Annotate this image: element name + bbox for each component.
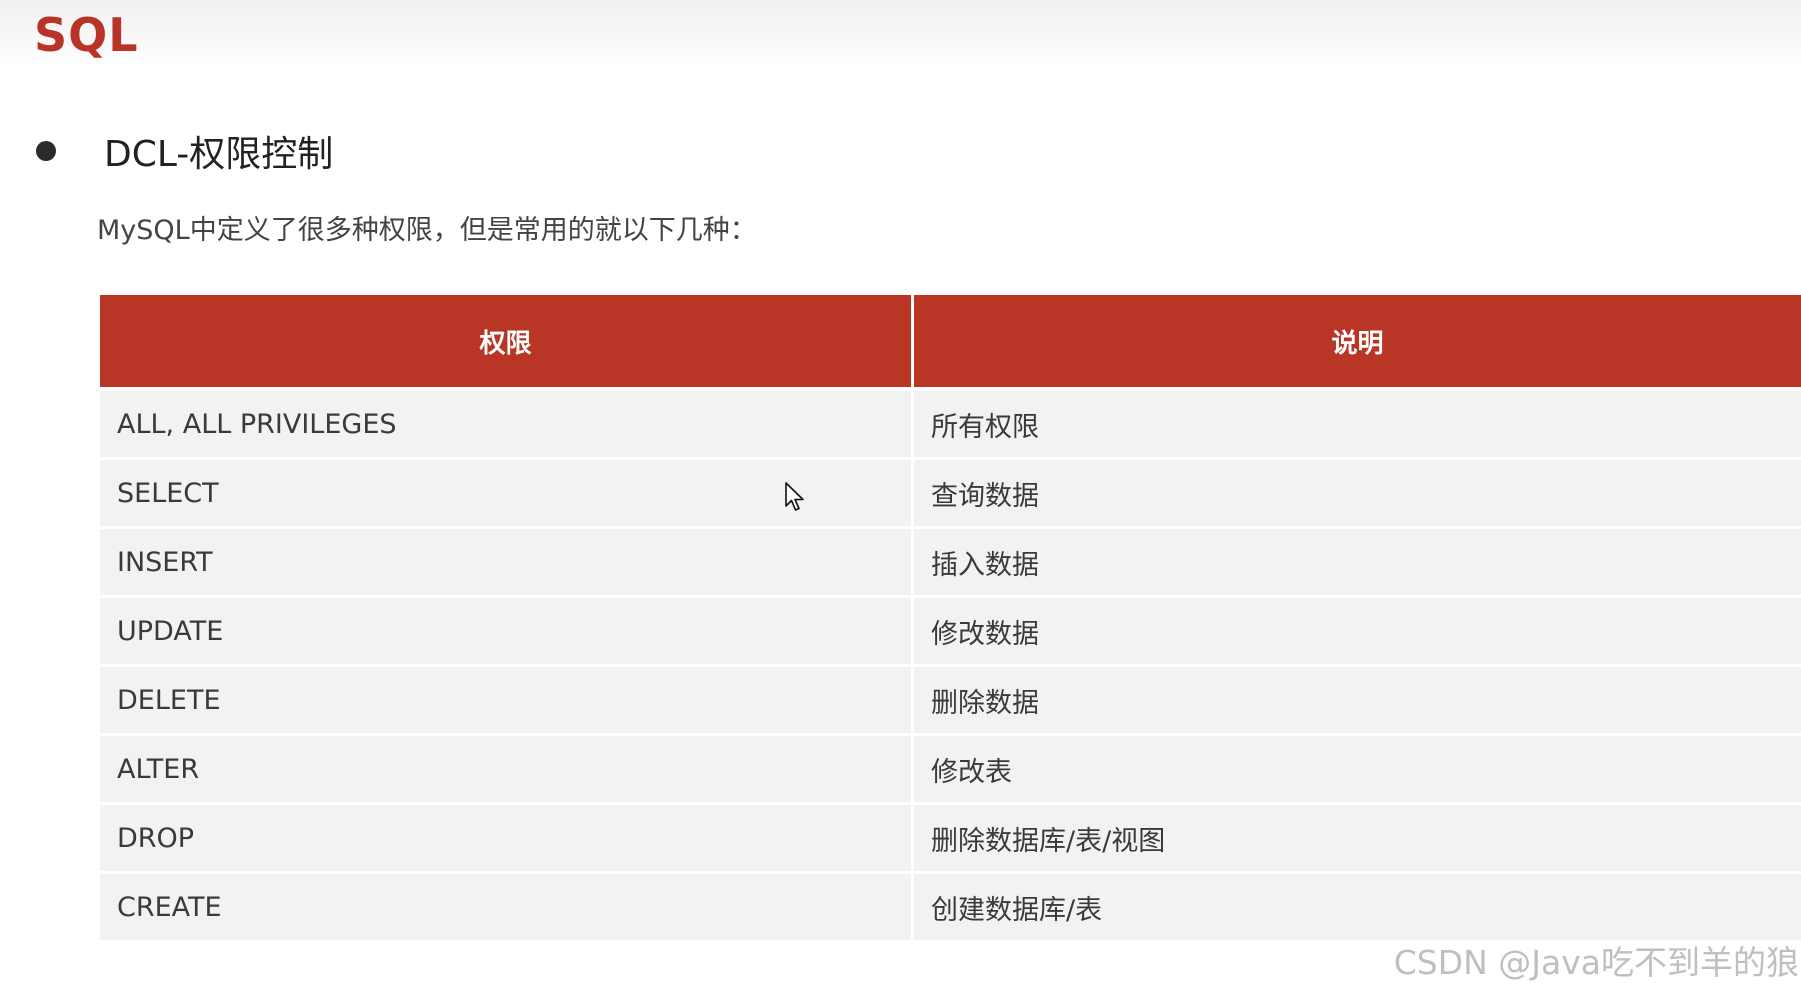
permission-cell: INSERT <box>100 526 914 595</box>
bullet-dot-icon <box>36 141 56 161</box>
column-header-description: 说明 <box>914 295 1801 387</box>
permission-cell: UPDATE <box>100 595 914 664</box>
section-title: DCL-权限控制 <box>104 134 334 175</box>
column-header-permission: 权限 <box>100 295 914 387</box>
description-cell: 创建数据库/表 <box>914 871 1801 940</box>
permissions-table: 权限 说明 ALL, ALL PRIVILEGES 所有权限 SELECT 查询… <box>100 295 1801 940</box>
table-row: DROP 删除数据库/表/视图 <box>100 802 1801 871</box>
description-cell: 删除数据库/表/视图 <box>914 802 1801 871</box>
slide-page: SQL DCL-权限控制 MySQL中定义了很多种权限，但是常用的就以下几种： … <box>0 0 1801 994</box>
brand-title: SQL <box>34 8 139 62</box>
permission-cell: ALTER <box>100 733 914 802</box>
description-cell: 修改表 <box>914 733 1801 802</box>
table-row: ALL, ALL PRIVILEGES 所有权限 <box>100 387 1801 457</box>
mouse-pointer-icon <box>785 482 804 511</box>
permission-cell: CREATE <box>100 871 914 940</box>
table-row: CREATE 创建数据库/表 <box>100 871 1801 940</box>
header-band <box>0 0 1801 70</box>
section-heading: DCL-权限控制 <box>36 124 333 178</box>
permission-cell: ALL, ALL PRIVILEGES <box>100 387 914 457</box>
description-cell: 所有权限 <box>914 387 1801 457</box>
table-row: UPDATE 修改数据 <box>100 595 1801 664</box>
watermark-text: CSDN @Java吃不到羊的狼 <box>1393 943 1799 982</box>
description-cell: 删除数据 <box>914 664 1801 733</box>
description-cell: 修改数据 <box>914 595 1801 664</box>
table-row: DELETE 删除数据 <box>100 664 1801 733</box>
description-cell: 查询数据 <box>914 457 1801 526</box>
intro-text: MySQL中定义了很多种权限，但是常用的就以下几种： <box>97 215 757 246</box>
table-row: INSERT 插入数据 <box>100 526 1801 595</box>
permission-cell: DROP <box>100 802 914 871</box>
table-row: ALTER 修改表 <box>100 733 1801 802</box>
table-row: SELECT 查询数据 <box>100 457 1801 526</box>
description-cell: 插入数据 <box>914 526 1801 595</box>
permission-cell: DELETE <box>100 664 914 733</box>
table-header-row: 权限 说明 <box>100 295 1801 387</box>
